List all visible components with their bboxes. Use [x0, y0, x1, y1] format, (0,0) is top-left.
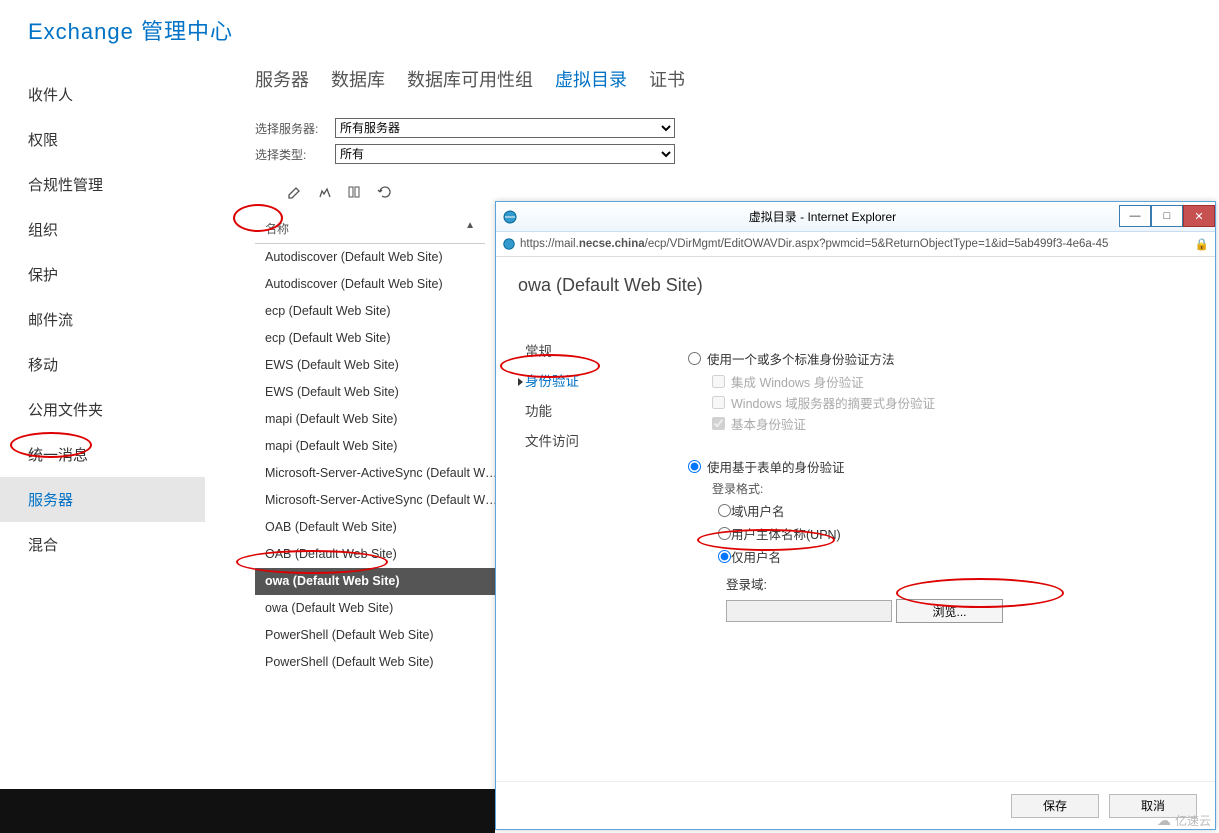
list-item[interactable]: mapi (Default Web Site)	[255, 433, 510, 460]
dialog-content: 使用一个或多个标准身份验证方法 集成 Windows 身份验证 Windows …	[688, 279, 1193, 777]
useronly-label: 仅用户名	[731, 547, 781, 566]
dialog-footer: 保存 取消	[496, 781, 1215, 829]
iwa-label: 集成 Windows 身份验证	[731, 372, 864, 391]
page-footer-black	[0, 789, 495, 833]
tab-databases[interactable]: 数据库	[331, 66, 385, 92]
standard-auth-label: 使用一个或多个标准身份验证方法	[707, 349, 895, 368]
tab-certs[interactable]: 证书	[649, 66, 685, 92]
radio-useronly[interactable]	[718, 550, 731, 563]
radio-domainuser[interactable]	[718, 504, 731, 517]
nav-recipients[interactable]: 收件人	[0, 72, 205, 117]
watermark-icon: ☁	[1157, 812, 1171, 829]
ie-window-title: 虚拟目录 - Internet Explorer	[526, 208, 1119, 225]
dialog-nav: 常规 身份验证 功能 文件访问	[518, 279, 688, 777]
col-name: 名称	[265, 220, 289, 237]
chk-basic	[712, 417, 725, 430]
nav-mobile[interactable]: 移动	[0, 342, 205, 387]
tab-servers[interactable]: 服务器	[255, 66, 309, 92]
dnav-features[interactable]: 功能	[518, 395, 688, 425]
close-button[interactable]: ✕	[1183, 205, 1215, 227]
refresh-icon[interactable]	[375, 182, 395, 202]
list-item[interactable]: Microsoft-Server-ActiveSync (Default We.…	[255, 487, 510, 514]
logon-domain-input[interactable]	[726, 600, 892, 622]
page-title: Exchange 管理中心	[0, 0, 1219, 46]
basic-label: 基本身份验证	[731, 414, 806, 433]
tab-dag[interactable]: 数据库可用性组	[407, 66, 533, 92]
domainuser-label: 域\用户名	[731, 501, 784, 520]
save-button[interactable]: 保存	[1011, 794, 1099, 818]
left-nav: 收件人 权限 合规性管理 组织 保护 邮件流 移动 公用文件夹 统一消息 服务器…	[0, 66, 205, 786]
server-filter-select[interactable]: 所有服务器	[335, 118, 675, 138]
lock-icon: 🔒	[1195, 237, 1209, 251]
watermark-text: 亿速云	[1175, 812, 1211, 829]
list-item[interactable]: ecp (Default Web Site)	[255, 325, 510, 352]
list-item[interactable]: Autodiscover (Default Web Site)	[255, 271, 510, 298]
nav-publicfolders[interactable]: 公用文件夹	[0, 387, 205, 432]
radio-upn[interactable]	[718, 527, 731, 540]
ie-address-bar[interactable]: https://mail.necse.china/ecp/VDirMgmt/Ed…	[496, 232, 1215, 257]
ie-popup-window: 虚拟目录 - Internet Explorer — □ ✕ https://m…	[495, 201, 1216, 830]
list-item[interactable]: ecp (Default Web Site)	[255, 298, 510, 325]
edit-icon[interactable]	[285, 182, 305, 202]
ie-titlebar[interactable]: 虚拟目录 - Internet Explorer — □ ✕	[496, 202, 1215, 232]
digest-label: Windows 域服务器的摘要式身份验证	[731, 393, 935, 412]
upn-label: 用户主体名称(UPN)	[731, 524, 841, 543]
nav-protection[interactable]: 保护	[0, 252, 205, 297]
reset-icon[interactable]	[315, 182, 335, 202]
list-item[interactable]: OAB (Default Web Site)	[255, 541, 510, 568]
tab-vdirs[interactable]: 虚拟目录	[555, 66, 627, 92]
watermark: ☁ 亿速云	[1157, 812, 1211, 829]
list-item[interactable]: owa (Default Web Site)	[255, 568, 510, 595]
list-item[interactable]: Microsoft-Server-ActiveSync (Default We.…	[255, 460, 510, 487]
type-filter-label: 选择类型:	[255, 146, 335, 163]
nav-mailflow[interactable]: 邮件流	[0, 297, 205, 342]
chk-iwa	[712, 375, 725, 388]
nav-compliance[interactable]: 合规性管理	[0, 162, 205, 207]
nav-unifiedmsg[interactable]: 统一消息	[0, 432, 205, 477]
list-item[interactable]: mapi (Default Web Site)	[255, 406, 510, 433]
nav-permissions[interactable]: 权限	[0, 117, 205, 162]
list-item[interactable]: PowerShell (Default Web Site)	[255, 649, 510, 676]
ie-logo-icon	[502, 237, 516, 251]
browse-button[interactable]: 浏览...	[896, 599, 1003, 623]
dnav-fileaccess[interactable]: 文件访问	[518, 425, 688, 455]
radio-forms-auth[interactable]	[688, 460, 701, 473]
list-item[interactable]: OAB (Default Web Site)	[255, 514, 510, 541]
sort-arrow-icon: ▲	[465, 220, 475, 237]
list-item[interactable]: PowerShell (Default Web Site)	[255, 622, 510, 649]
list-item[interactable]: EWS (Default Web Site)	[255, 379, 510, 406]
chk-digest	[712, 396, 725, 409]
server-filter-label: 选择服务器:	[255, 120, 335, 137]
list-item[interactable]: Autodiscover (Default Web Site)	[255, 244, 510, 271]
list-header[interactable]: 名称 ▲	[255, 214, 485, 244]
list-item[interactable]: EWS (Default Web Site)	[255, 352, 510, 379]
minimize-button[interactable]: —	[1119, 205, 1151, 227]
nav-hybrid[interactable]: 混合	[0, 522, 205, 567]
forms-auth-label: 使用基于表单的身份验证	[707, 457, 845, 476]
maximize-button[interactable]: □	[1151, 205, 1183, 227]
nav-organization[interactable]: 组织	[0, 207, 205, 252]
dnav-general[interactable]: 常规	[518, 335, 688, 365]
type-filter-select[interactable]: 所有	[335, 144, 675, 164]
dnav-auth[interactable]: 身份验证	[518, 365, 688, 395]
radio-standard-auth[interactable]	[688, 352, 701, 365]
ie-logo-icon	[502, 209, 518, 225]
columns-icon[interactable]	[345, 182, 365, 202]
logon-domain-label: 登录域:	[726, 574, 767, 593]
nav-servers[interactable]: 服务器	[0, 477, 205, 522]
list-item[interactable]: owa (Default Web Site)	[255, 595, 510, 622]
vdir-list: Autodiscover (Default Web Site) Autodisc…	[255, 244, 510, 676]
url-text: https://mail.necse.china/ecp/VDirMgmt/Ed…	[520, 238, 1108, 250]
toolbar	[255, 182, 1209, 202]
login-format-label: 登录格式:	[712, 480, 1193, 497]
content-tabs: 服务器 数据库 数据库可用性组 虚拟目录 证书	[255, 66, 1209, 92]
dialog-title: owa (Default Web Site)	[518, 275, 703, 296]
